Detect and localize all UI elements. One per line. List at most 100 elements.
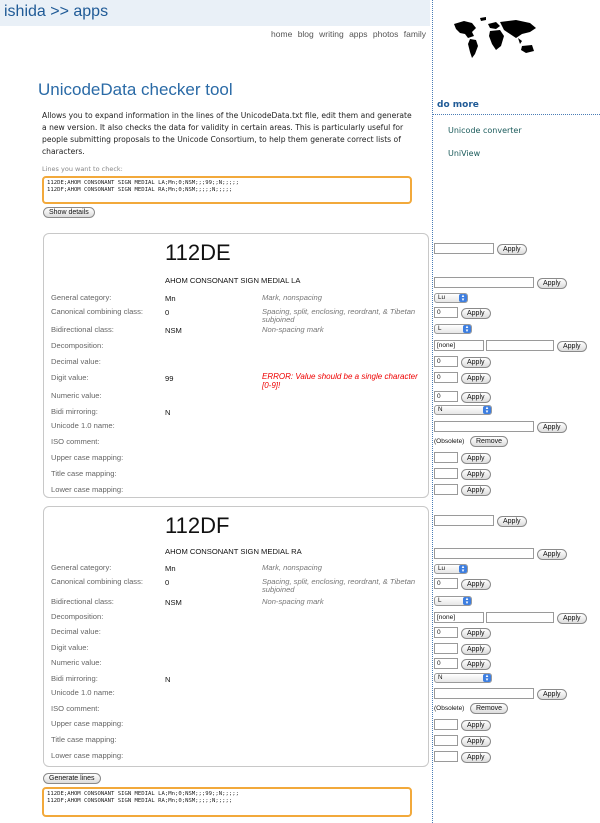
general-category-select[interactable]: Lu ▴ ▾ (434, 293, 468, 303)
apply-decomposition-button[interactable]: Apply (557, 341, 587, 352)
link-uniview[interactable]: UniView (448, 149, 480, 158)
desc-general-category: Mark, nonspacing (262, 563, 322, 572)
label-digit: Digit value: (51, 373, 89, 382)
input-lines-textarea[interactable]: 112DE;AHOM CONSONANT SIGN MEDIAL LA;Mn;0… (42, 176, 412, 204)
title-case-input[interactable] (434, 735, 458, 746)
name-input[interactable] (434, 548, 534, 559)
decomposition-input[interactable]: [none] (434, 340, 484, 351)
label-decimal: Decimal value: (51, 627, 101, 636)
obsolete-label: (Obsolete) (434, 438, 465, 445)
site-brand[interactable]: ishida >> apps (4, 3, 108, 21)
apply-unicode1-button[interactable]: Apply (537, 422, 567, 433)
label-ccc: Canonical combining class: (51, 577, 144, 586)
desc-bidi: Non-spacing mark (262, 325, 324, 334)
label-numeric: Numeric value: (51, 391, 102, 400)
chevron-down-icon: ▴ ▾ (463, 597, 471, 606)
sidebar-rule (433, 114, 600, 115)
codepoint-input[interactable] (434, 515, 494, 526)
label-upper-case: Upper case mapping: (51, 453, 124, 462)
chevron-down-icon: ▴ ▾ (483, 406, 491, 415)
apply-decomposition-button[interactable]: Apply (557, 613, 587, 624)
value-digit: 99 (165, 374, 174, 383)
lower-case-input[interactable] (434, 484, 458, 495)
bidi-select[interactable]: L ▴ ▾ (434, 596, 472, 606)
label-general-category: General category: (51, 563, 112, 572)
page-title: UnicodeData checker tool (38, 80, 233, 99)
title-case-input[interactable] (434, 468, 458, 479)
value-general-category: Mn (165, 564, 176, 573)
label-mirroring: Bidi mirroring: (51, 407, 98, 416)
unicode1-name-input[interactable] (434, 688, 534, 699)
upper-case-input[interactable] (434, 452, 458, 463)
apply-codepoint-button[interactable]: Apply (497, 244, 527, 255)
label-lower-case: Lower case mapping: (51, 751, 124, 760)
bidi-select[interactable]: L ▴ ▾ (434, 324, 472, 334)
nav-apps[interactable]: apps (349, 29, 367, 39)
apply-codepoint-button[interactable]: Apply (497, 516, 527, 527)
apply-decimal-button[interactable]: Apply (461, 357, 491, 368)
apply-title-button[interactable]: Apply (461, 736, 491, 747)
apply-digit-button[interactable]: Apply (461, 373, 491, 384)
link-unicode-converter[interactable]: Unicode converter (448, 126, 522, 135)
numeric-input[interactable]: 0 (434, 658, 458, 669)
apply-unicode1-button[interactable]: Apply (537, 689, 567, 700)
world-map-icon (454, 17, 536, 58)
upper-case-input[interactable] (434, 719, 458, 730)
remove-iso-comment-button[interactable]: Remove (470, 436, 509, 447)
nav-family[interactable]: family (404, 29, 426, 39)
name-input[interactable] (434, 277, 534, 288)
desc-bidi: Non-spacing mark (262, 597, 324, 606)
decimal-input[interactable]: 0 (434, 627, 458, 638)
decomposition-extra-input[interactable] (486, 340, 554, 351)
codepoint-input[interactable] (434, 243, 494, 254)
nav-blog[interactable]: blog (298, 29, 314, 39)
decomposition-input[interactable]: [none] (434, 612, 484, 623)
show-details-button[interactable]: Show details (43, 207, 95, 218)
value-bidi: NSM (165, 598, 182, 607)
label-iso-comment: ISO comment: (51, 704, 100, 713)
mirroring-select[interactable]: N ▴ ▾ (434, 673, 492, 683)
apply-digit-button[interactable]: Apply (461, 644, 491, 655)
value-general-category: Mn (165, 294, 176, 303)
numeric-input[interactable]: 0 (434, 391, 458, 402)
apply-numeric-button[interactable]: Apply (461, 392, 491, 403)
nav-writing[interactable]: writing (319, 29, 344, 39)
label-decomposition: Decomposition: (51, 612, 104, 621)
lower-case-input[interactable] (434, 751, 458, 762)
ccc-input[interactable]: 0 (434, 578, 458, 589)
nav-photos[interactable]: photos (373, 29, 399, 39)
apply-lower-button[interactable]: Apply (461, 752, 491, 763)
intro-text: Allows you to expand information in the … (42, 111, 412, 156)
apply-name-button[interactable]: Apply (537, 278, 567, 289)
decimal-input[interactable]: 0 (434, 356, 458, 367)
apply-numeric-button[interactable]: Apply (461, 659, 491, 670)
digit-input[interactable] (434, 643, 458, 654)
chevron-down-icon: ▴ ▾ (483, 674, 491, 683)
apply-ccc-button[interactable]: Apply (461, 308, 491, 319)
ccc-input[interactable]: 0 (434, 307, 458, 318)
label-title-case: Title case mapping: (51, 469, 117, 478)
code-point: 112DE (165, 240, 231, 265)
apply-upper-button[interactable]: Apply (461, 453, 491, 464)
apply-ccc-button[interactable]: Apply (461, 579, 491, 590)
character-name: AHOM CONSONANT SIGN MEDIAL RA (165, 547, 302, 556)
output-lines-textarea[interactable]: 112DE;AHOM CONSONANT SIGN MEDIAL LA;Mn;0… (42, 787, 412, 817)
generate-lines-button[interactable]: Generate lines (43, 773, 101, 784)
remove-iso-comment-button[interactable]: Remove (470, 703, 509, 714)
mirroring-select[interactable]: N ▴ ▾ (434, 405, 492, 415)
apply-upper-button[interactable]: Apply (461, 720, 491, 731)
label-unicode1-name: Unicode 1.0 name: (51, 421, 115, 430)
apply-title-button[interactable]: Apply (461, 469, 491, 480)
decomposition-extra-input[interactable] (486, 612, 554, 623)
apply-decimal-button[interactable]: Apply (461, 628, 491, 639)
unicode1-name-input[interactable] (434, 421, 534, 432)
chevron-down-icon: ▴ ▾ (459, 294, 467, 303)
label-bidi: Bidirectional class: (51, 325, 114, 334)
general-category-select[interactable]: Lu ▴ ▾ (434, 564, 468, 574)
apply-lower-button[interactable]: Apply (461, 485, 491, 496)
digit-input[interactable]: 0 (434, 372, 458, 383)
nav-home[interactable]: home (271, 29, 292, 39)
label-upper-case: Upper case mapping: (51, 719, 124, 728)
apply-name-button[interactable]: Apply (537, 549, 567, 560)
character-name: AHOM CONSONANT SIGN MEDIAL LA (165, 276, 301, 285)
